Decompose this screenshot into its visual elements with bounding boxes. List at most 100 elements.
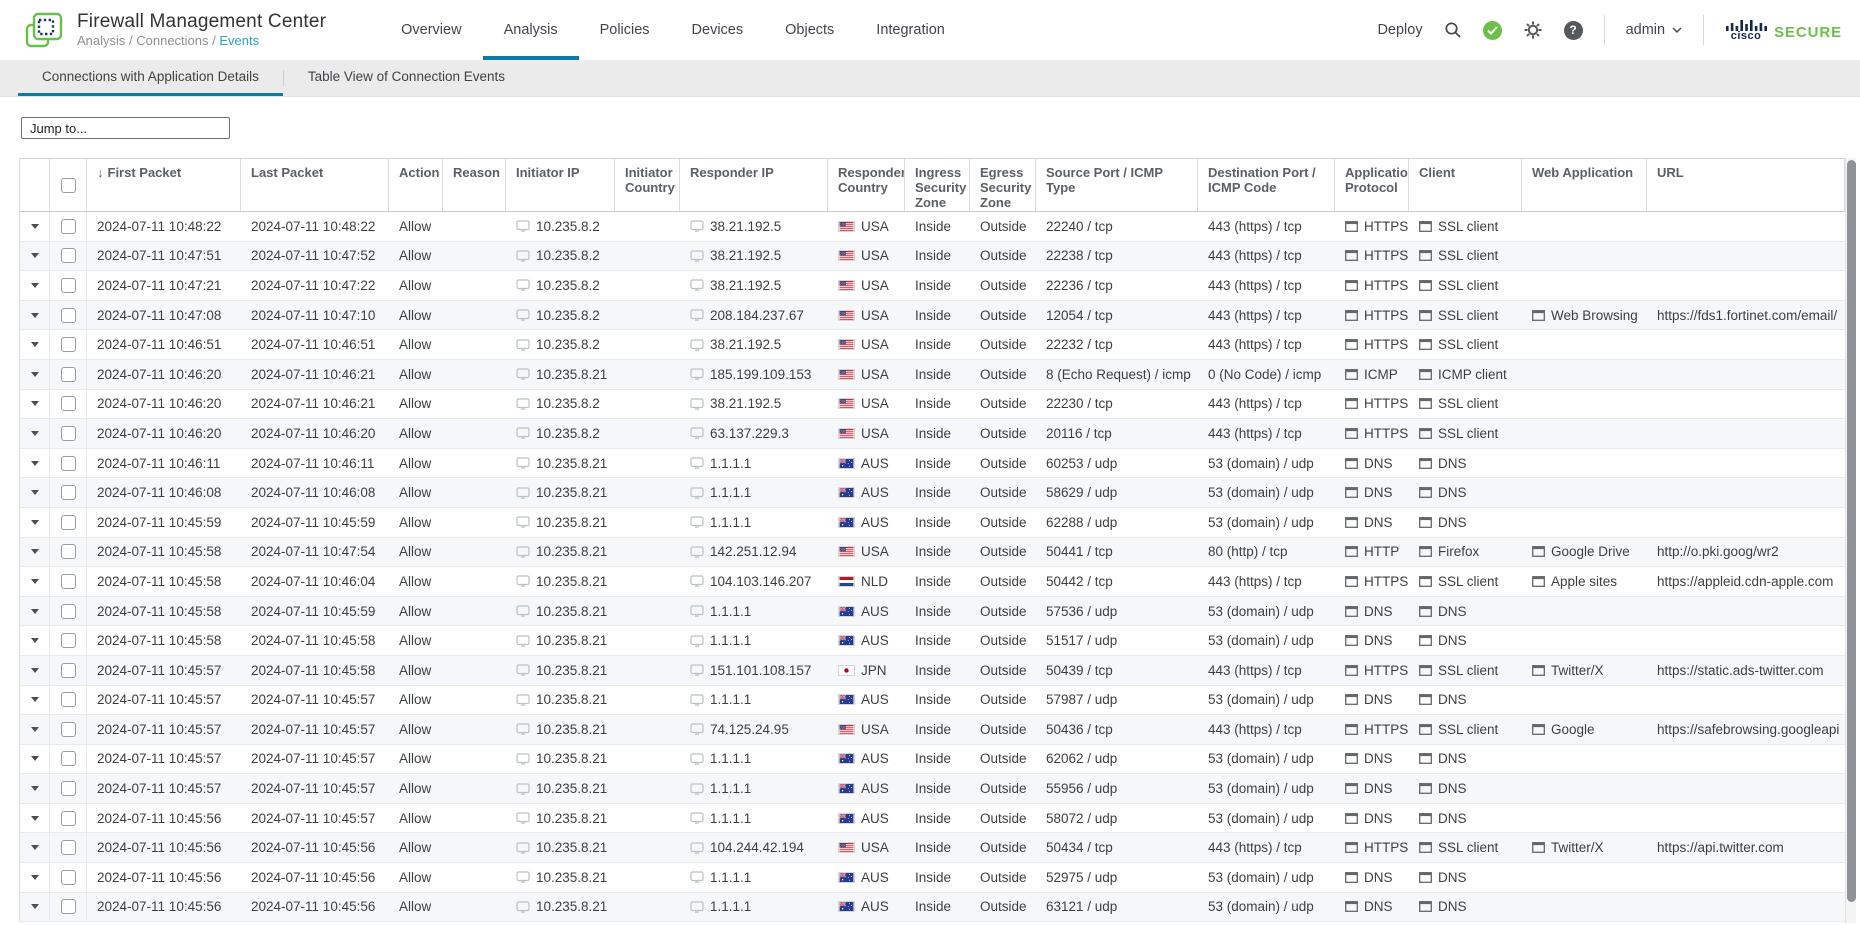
column-header-client[interactable]: Client xyxy=(1409,159,1522,211)
cell-last-packet: 2024-07-11 10:46:11 xyxy=(241,449,389,478)
column-header-initiator-country[interactable]: Initiator Country xyxy=(615,159,680,211)
expand-row-cell[interactable] xyxy=(20,330,50,359)
cell-ingress-security-zone: Inside xyxy=(905,745,970,774)
cell-egress-security-zone: Outside xyxy=(970,863,1036,892)
expand-row-cell[interactable] xyxy=(20,774,50,803)
expand-row-cell[interactable] xyxy=(20,508,50,537)
tab-table-view-of-connection-events[interactable]: Table View of Connection Events xyxy=(284,60,529,96)
cell-web-application xyxy=(1522,686,1647,715)
cell-egress-security-zone: Outside xyxy=(970,774,1036,803)
cell-initiator-country xyxy=(615,390,680,419)
expand-row-cell[interactable] xyxy=(20,715,50,744)
table-row: 2024-07-11 10:46:11 2024-07-11 10:46:11 … xyxy=(20,449,1845,479)
expand-row-cell[interactable] xyxy=(20,360,50,389)
column-header-label: Egress Security Zone xyxy=(980,165,1031,210)
breadcrumb-current-link[interactable]: Events xyxy=(219,33,259,48)
row-checkbox[interactable] xyxy=(61,337,76,352)
expand-row-cell[interactable] xyxy=(20,301,50,330)
cell-egress-security-zone: Outside xyxy=(970,271,1036,300)
user-menu[interactable]: admin xyxy=(1626,22,1683,38)
help-icon[interactable]: ? xyxy=(1564,21,1583,40)
column-header-egress-security-zone[interactable]: Egress Security Zone xyxy=(970,159,1036,211)
health-status-icon[interactable] xyxy=(1483,21,1502,40)
column-header-first-packet[interactable]: ↓First Packet xyxy=(87,159,241,211)
row-checkbox[interactable] xyxy=(61,870,76,885)
row-checkbox[interactable] xyxy=(61,219,76,234)
cell-egress-security-zone: Outside xyxy=(970,508,1036,537)
row-checkbox[interactable] xyxy=(61,899,76,914)
expand-row-cell[interactable] xyxy=(20,478,50,507)
expand-row-cell[interactable] xyxy=(20,419,50,448)
row-checkbox[interactable] xyxy=(61,544,76,559)
column-header-responder-country[interactable]: Responder Country xyxy=(828,159,905,211)
expand-row-cell[interactable] xyxy=(20,893,50,922)
row-checkbox[interactable] xyxy=(61,367,76,382)
row-checkbox[interactable] xyxy=(61,633,76,648)
row-checkbox[interactable] xyxy=(61,456,76,471)
expand-row-cell[interactable] xyxy=(20,271,50,300)
title-block: Firewall Management Center Analysis / Co… xyxy=(77,11,326,50)
column-header-application-protocol[interactable]: Application Protocol xyxy=(1335,159,1409,211)
row-checkbox[interactable] xyxy=(61,574,76,589)
column-header-ingress-security-zone[interactable]: Ingress Security Zone xyxy=(905,159,970,211)
expand-row-cell[interactable] xyxy=(20,686,50,715)
row-checkbox[interactable] xyxy=(61,751,76,766)
expand-row-cell[interactable] xyxy=(20,538,50,567)
scrollbar-thumb[interactable] xyxy=(1847,160,1856,902)
application-window-icon xyxy=(1419,221,1432,232)
settings-gear-icon[interactable] xyxy=(1523,20,1543,40)
column-header-responder-ip[interactable]: Responder IP xyxy=(680,159,828,211)
row-checkbox[interactable] xyxy=(61,604,76,619)
column-header-action[interactable]: Action xyxy=(389,159,443,211)
cell-reason xyxy=(443,833,506,862)
nav-item-devices[interactable]: Devices xyxy=(671,0,765,60)
nav-item-policies[interactable]: Policies xyxy=(579,0,671,60)
row-checkbox[interactable] xyxy=(61,811,76,826)
nav-item-overview[interactable]: Overview xyxy=(380,0,482,60)
column-header-url[interactable]: URL xyxy=(1647,159,1845,211)
nav-item-analysis[interactable]: Analysis xyxy=(483,0,579,60)
row-checkbox[interactable] xyxy=(61,722,76,737)
expand-row-cell[interactable] xyxy=(20,626,50,655)
expand-row-cell[interactable] xyxy=(20,656,50,685)
row-checkbox[interactable] xyxy=(61,248,76,263)
column-header-reason[interactable]: Reason xyxy=(443,159,506,211)
search-icon[interactable] xyxy=(1444,21,1462,39)
nav-item-integration[interactable]: Integration xyxy=(855,0,966,60)
column-header-web-application[interactable]: Web Application xyxy=(1522,159,1647,211)
deploy-button[interactable]: Deploy xyxy=(1377,22,1422,38)
expand-row-cell[interactable] xyxy=(20,745,50,774)
row-checkbox[interactable] xyxy=(61,515,76,530)
expand-row-cell[interactable] xyxy=(20,390,50,419)
row-checkbox[interactable] xyxy=(61,692,76,707)
host-monitor-icon xyxy=(516,664,530,676)
expand-row-cell[interactable] xyxy=(20,863,50,892)
row-checkbox[interactable] xyxy=(61,308,76,323)
tab-connections-with-application-details[interactable]: Connections with Application Details xyxy=(18,60,283,96)
row-checkbox[interactable] xyxy=(61,396,76,411)
expand-row-cell[interactable] xyxy=(20,567,50,596)
column-header-last-packet[interactable]: Last Packet xyxy=(241,159,389,211)
row-checkbox[interactable] xyxy=(61,663,76,678)
row-checkbox[interactable] xyxy=(61,781,76,796)
column-header-destination-port-icmp-code[interactable]: Destination Port / ICMP Code xyxy=(1198,159,1335,211)
host-monitor-icon xyxy=(516,279,530,291)
select-all-checkbox[interactable] xyxy=(61,178,76,193)
expand-row-cell[interactable] xyxy=(20,804,50,833)
nav-item-objects[interactable]: Objects xyxy=(764,0,855,60)
application-window-icon xyxy=(1345,546,1358,557)
vertical-scrollbar[interactable] xyxy=(1845,158,1856,923)
expand-row-cell[interactable] xyxy=(20,242,50,271)
cell-source-port: 62288 / udp xyxy=(1036,508,1198,537)
expand-row-cell[interactable] xyxy=(20,597,50,626)
column-header-source-port-icmp-type[interactable]: Source Port / ICMP Type xyxy=(1036,159,1198,211)
row-checkbox[interactable] xyxy=(61,426,76,441)
jump-to-combobox[interactable]: Jump to... xyxy=(21,117,230,139)
expand-row-cell[interactable] xyxy=(20,449,50,478)
row-checkbox[interactable] xyxy=(61,278,76,293)
row-checkbox[interactable] xyxy=(61,840,76,855)
expand-row-cell[interactable] xyxy=(20,212,50,241)
expand-row-cell[interactable] xyxy=(20,833,50,862)
column-header-initiator-ip[interactable]: Initiator IP xyxy=(506,159,615,211)
row-checkbox[interactable] xyxy=(61,485,76,500)
